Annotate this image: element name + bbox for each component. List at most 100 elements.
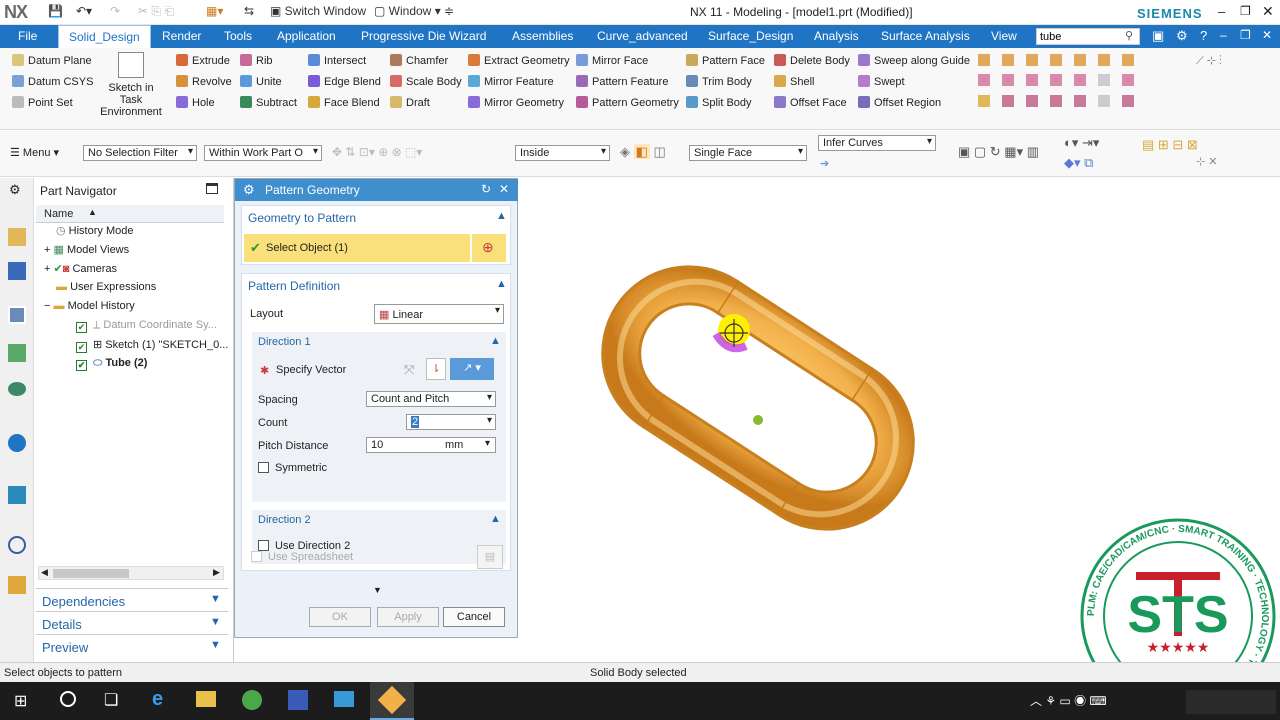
swept-button[interactable]: Swept — [858, 75, 905, 88]
pattern-geometry-button[interactable]: Pattern Geometry — [576, 96, 679, 109]
settings-icon[interactable]: ⚙ — [1176, 28, 1188, 44]
preview-panel[interactable]: Preview ▼ — [36, 634, 228, 656]
delete-body-button[interactable]: Delete Body — [774, 54, 850, 67]
tree-item-cameras[interactable]: + ✔◙ Cameras — [44, 262, 117, 280]
subtract-button[interactable]: Subtract — [240, 96, 297, 109]
tree-item-user-expressions[interactable]: ▬ User Expressions — [56, 281, 156, 299]
inferred-vector-button[interactable]: ↗ ▾ — [450, 358, 494, 380]
shell-button[interactable]: Shell — [774, 75, 814, 88]
save-icon[interactable]: 💾 — [48, 4, 63, 18]
pitch-distance-input[interactable]: 10 mm ▾ — [366, 437, 496, 453]
tab-surface-analysis[interactable]: Surface Analysis — [881, 29, 970, 43]
layer-tools-icon[interactable]: ▤ ⊞ ⊟ ⊠ — [1142, 137, 1198, 153]
tree-item-tube[interactable]: ✔ ⬭ Tube (2) — [76, 357, 147, 375]
spacing-dropdown[interactable]: Count and Pitch — [366, 391, 496, 407]
cortana-icon[interactable] — [60, 691, 76, 707]
visibility-checkbox[interactable]: ✔ — [76, 322, 87, 333]
chevron-up-icon[interactable]: ▲ — [490, 513, 501, 525]
app-window-icon[interactable] — [334, 691, 354, 707]
search-icon[interactable]: ⚲ — [1125, 29, 1133, 42]
reset-icon[interactable]: ↻ — [481, 182, 491, 196]
scroll-left-icon[interactable]: ◀ — [41, 567, 48, 578]
clock-icon[interactable] — [8, 536, 26, 554]
offset-face-button[interactable]: Offset Face — [774, 96, 847, 109]
select-object-row[interactable]: ✔ Select Object (1) — [244, 234, 470, 262]
view-cube-icon[interactable]: ◈ ◧ ◫ — [620, 144, 666, 160]
mirror-face-button[interactable]: Mirror Face — [576, 54, 648, 67]
nx-taskbar-button[interactable] — [370, 682, 414, 720]
hd3d-tools-icon[interactable] — [8, 382, 26, 396]
tab-curve-advanced[interactable]: Curve_advanced — [597, 29, 688, 43]
curve-tool-icon[interactable]: ➔ — [820, 157, 829, 170]
minimize-icon[interactable]: – — [1218, 4, 1225, 19]
cut-icon[interactable]: ✂ ⎘ ⎗ — [138, 4, 174, 19]
symmetric-checkbox[interactable]: Symmetric — [258, 462, 327, 474]
history-icon[interactable] — [8, 486, 26, 504]
camtasia-icon[interactable] — [242, 690, 262, 710]
tab-application[interactable]: Application — [277, 29, 336, 43]
windows-start-icon[interactable]: ⊞ — [14, 691, 27, 711]
tab-file[interactable]: File — [18, 29, 37, 43]
window-menu-button[interactable]: ▢ Window ▾ ≑ — [374, 4, 454, 18]
pattern-feature-button[interactable]: Pattern Feature — [576, 75, 668, 88]
reverse-direction-icon[interactable]: ⇂ — [426, 358, 446, 380]
point-set-button[interactable]: Point Set — [12, 96, 73, 109]
layout-dropdown[interactable]: ▦ Linear — [374, 304, 504, 324]
trim-body-button[interactable]: Trim Body — [686, 75, 752, 88]
datum-csys-button[interactable]: Datum CSYS — [12, 75, 93, 88]
touch-mode-icon[interactable]: ⇆ — [244, 4, 254, 18]
mirror-feature-button[interactable]: Mirror Feature — [468, 75, 554, 88]
web-browser-icon[interactable] — [8, 434, 26, 452]
restore-icon[interactable]: ❐ — [1240, 4, 1251, 18]
more-options-icon[interactable]: ▼ — [373, 585, 382, 595]
scale-body-button[interactable]: Scale Body — [390, 75, 462, 88]
checkbox-box[interactable] — [258, 462, 269, 473]
file-explorer-icon[interactable] — [196, 691, 216, 707]
draft-button[interactable]: Draft — [390, 96, 430, 109]
help-icon[interactable]: ? — [1200, 28, 1207, 43]
tab-tools[interactable]: Tools — [224, 29, 252, 43]
doc-minimize-icon[interactable]: – — [1220, 28, 1227, 42]
collapse-icon[interactable]: − — [44, 300, 50, 312]
spreadsheet-icon[interactable]: ▤ — [477, 545, 503, 569]
face-blend-button[interactable]: Face Blend — [308, 96, 380, 109]
chamfer-button[interactable]: Chamfer — [390, 54, 448, 67]
curve-rule-dropdown[interactable]: Infer Curves — [818, 135, 936, 151]
cancel-button[interactable]: Cancel — [443, 607, 505, 627]
scroll-thumb[interactable] — [53, 569, 129, 578]
snap-tools-icon[interactable]: ⊹ ✕ — [1196, 155, 1218, 168]
chevron-up-icon[interactable]: ▲ — [496, 210, 507, 222]
graphics-window[interactable]: PLM: CAE/CAD/CAM/CNC · SMART TRAINING · … — [518, 178, 1280, 662]
dependencies-panel[interactable]: Dependencies ▼ — [36, 588, 228, 610]
chevron-down-icon[interactable]: ▾ — [485, 438, 490, 449]
tab-analysis[interactable]: Analysis — [814, 29, 859, 43]
reuse-library-icon[interactable] — [8, 344, 26, 362]
edge-blend-button[interactable]: Edge Blend — [308, 75, 381, 88]
unite-button[interactable]: Unite — [240, 75, 282, 88]
switch-window-button[interactable]: ▣ Switch Window — [270, 4, 366, 18]
tree-item-model-history[interactable]: − ▬ Model History — [44, 300, 135, 318]
part-navigator-icon[interactable] — [8, 306, 26, 324]
extract-geometry-button[interactable]: Extract Geometry — [468, 54, 570, 67]
selection-inside-dropdown[interactable]: Inside — [515, 145, 610, 161]
offset-region-button[interactable]: Offset Region — [858, 96, 941, 109]
tab-assemblies[interactable]: Assemblies — [512, 29, 573, 43]
command-finder-icon[interactable]: ▦▾ — [206, 4, 223, 18]
constraint-navigator-icon[interactable] — [8, 262, 26, 280]
tree-item-model-views[interactable]: + ▦ Model Views — [44, 243, 129, 261]
expand-icon[interactable]: + — [44, 263, 50, 275]
close-dialog-icon[interactable]: ✕ — [499, 182, 509, 196]
column-header[interactable]: Name ▲ — [36, 205, 224, 223]
select-crosshair-button[interactable]: ⊕ — [472, 234, 506, 262]
redo-icon[interactable]: ↷ — [110, 4, 120, 18]
sweep-along-guide-button[interactable]: Sweep along Guide — [858, 54, 970, 67]
pattern-face-button[interactable]: Pattern Face — [686, 54, 765, 67]
doc-close-icon[interactable]: ✕ — [1262, 28, 1272, 42]
hole-button[interactable]: Hole — [176, 96, 215, 109]
tab-solid-design[interactable]: Solid_Design — [58, 25, 151, 48]
shading-icon[interactable]: ◆▾ ⧉ — [1064, 155, 1093, 171]
datum-plane-button[interactable]: Datum Plane — [12, 54, 92, 67]
use-spreadsheet-checkbox[interactable]: Use Spreadsheet — [251, 551, 353, 563]
rib-button[interactable]: Rib — [240, 54, 273, 67]
roles-icon[interactable] — [8, 576, 26, 594]
